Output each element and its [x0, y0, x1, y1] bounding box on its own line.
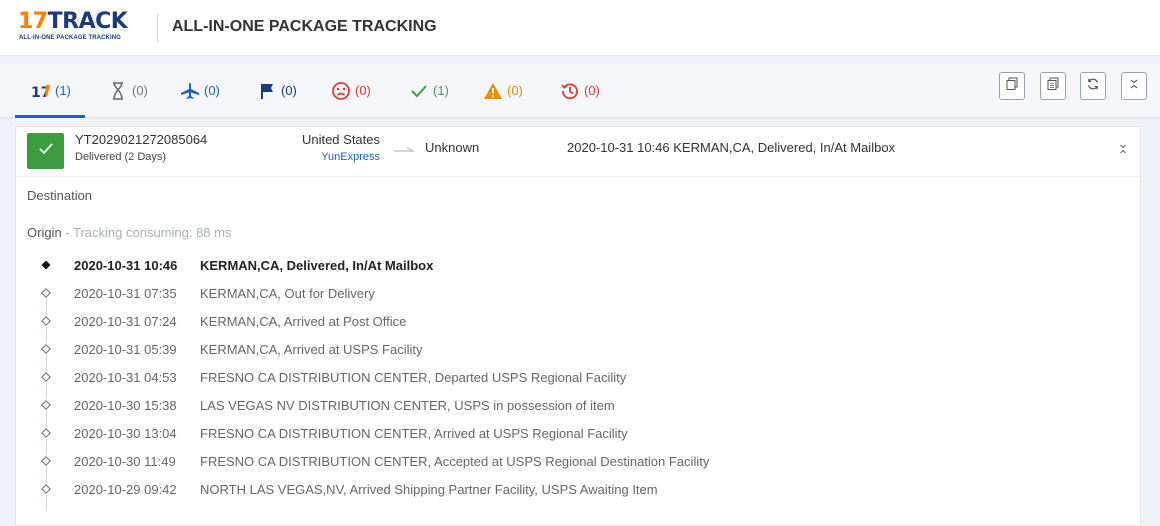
tab-count: (0) [507, 83, 523, 98]
timeline-event: 2020-10-30 11:49 FRESNO CA DISTRIBUTION … [16, 449, 1140, 483]
tracking-number[interactable]: YT2029021272085064 [75, 132, 207, 148]
tab-undelivered[interactable]: (0) [331, 64, 371, 117]
page-title: ALL-IN-ONE PACKAGE TRACKING [172, 18, 437, 35]
shipment-card: YT2029021272085064 Delivered (2 Days) Un… [15, 126, 1141, 526]
event-time: 2020-10-31 07:35 [74, 286, 177, 301]
hourglass-icon [108, 81, 128, 101]
tab-alert[interactable]: (0) [483, 64, 523, 117]
diamond-icon [40, 483, 52, 495]
timeline-event: 2020-10-29 09:42 NORTH LAS VEGAS,NV, Arr… [16, 477, 1140, 511]
latest-event: 2020-10-31 10:46 KERMAN,CA, Delivered, I… [567, 140, 896, 155]
diamond-icon [40, 287, 52, 299]
collapse-all-button[interactable] [1121, 72, 1147, 100]
refresh-button[interactable] [1080, 72, 1106, 100]
sad-face-icon [331, 81, 351, 101]
copy-button[interactable] [999, 72, 1025, 100]
status-tabbar: 17 (1) (0) (0) (0) (0) (1) (0) (0) [0, 64, 1160, 118]
copy-all-icon [1047, 77, 1059, 96]
tab-count: (0) [132, 83, 148, 98]
logo-wordmark: 17TRACK [18, 9, 128, 34]
event-time: 2020-10-29 09:42 [74, 482, 177, 497]
origin-label: Origin [27, 225, 62, 240]
timeline-event: 2020-10-31 04:53 FRESNO CA DISTRIBUTION … [16, 365, 1140, 399]
tracking-status: Delivered (2 Days) [75, 151, 167, 163]
app-header: 17TRACK ALL-IN-ONE PACKAGE TRACKING ALL-… [0, 0, 1160, 56]
event-time: 2020-10-31 07:24 [74, 314, 177, 329]
destination-label: Destination [27, 188, 93, 203]
diamond-icon [40, 315, 52, 327]
origin-line: Origin - Tracking consuming: 88 ms [27, 225, 231, 241]
tracking-consuming: - Tracking consuming: 88 ms [61, 225, 232, 240]
carrier-link[interactable]: YunExpress [321, 150, 380, 164]
tab-count: (1) [433, 83, 449, 98]
timeline-event: 2020-10-31 07:35 KERMAN,CA, Out for Deli… [16, 281, 1140, 315]
tab-count: (0) [281, 83, 297, 98]
event-description: KERMAN,CA, Delivered, In/At Mailbox [200, 258, 434, 273]
event-time: 2020-10-30 11:49 [74, 454, 176, 469]
event-description: NORTH LAS VEGAS,NV, Arrived Shipping Par… [200, 482, 658, 497]
warning-icon [483, 81, 503, 101]
logo-tagline: ALL-IN-ONE PACKAGE TRACKING [19, 35, 121, 41]
diamond-icon [40, 455, 52, 467]
event-description: FRESNO CA DISTRIBUTION CENTER, Accepted … [200, 454, 710, 469]
event-description: KERMAN,CA, Out for Delivery [200, 286, 375, 301]
collapse-icon [1118, 142, 1128, 160]
delivered-status-badge [27, 133, 64, 169]
checkmark-icon [409, 81, 429, 101]
timeline-event: 2020-10-31 07:24 KERMAN,CA, Arrived at P… [16, 309, 1140, 343]
tab-all[interactable]: 17 (1) [15, 64, 85, 118]
route-arrow-icon [393, 142, 416, 152]
destination-country: Unknown [425, 140, 480, 155]
copy-icon [1006, 77, 1018, 96]
copy-all-button[interactable] [1040, 72, 1066, 100]
event-description: FRESNO CA DISTRIBUTION CENTER, Arrived a… [200, 426, 628, 441]
tab-count: (0) [355, 83, 371, 98]
collapse-all-icon [1129, 77, 1139, 95]
tab-delivered[interactable]: (1) [409, 64, 449, 117]
header-divider [157, 14, 158, 42]
airplane-icon [180, 81, 200, 101]
timeline-event: 2020-10-31 10:46 KERMAN,CA, Delivered, I… [16, 253, 1140, 281]
timeline-event: 2020-10-30 13:04 FRESNO CA DISTRIBUTION … [16, 421, 1140, 455]
tab-count: (0) [204, 83, 220, 98]
event-time: 2020-10-31 05:39 [74, 342, 177, 357]
event-time: 2020-10-31 10:46 [74, 258, 178, 273]
diamond-icon [40, 399, 52, 411]
tab-not-found[interactable]: (0) [108, 64, 148, 117]
flag-icon [257, 81, 277, 101]
expired-icon [560, 81, 580, 101]
tab-count: (1) [55, 83, 71, 98]
tab-pick-up[interactable]: (0) [257, 64, 297, 117]
origin-country: United States [301, 132, 380, 147]
timeline-connector [45, 495, 47, 511]
collapse-toggle[interactable] [1113, 141, 1133, 161]
event-time: 2020-10-30 13:04 [74, 426, 177, 441]
event-time: 2020-10-31 04:53 [74, 370, 177, 385]
timeline-event: 2020-10-30 15:38 LAS VEGAS NV DISTRIBUTI… [16, 393, 1140, 427]
timeline-event: 2020-10-31 05:39 KERMAN,CA, Arrived at U… [16, 337, 1140, 371]
tab-count: (0) [584, 83, 600, 98]
event-time: 2020-10-30 15:38 [74, 398, 177, 413]
filled-diamond-icon [40, 259, 52, 271]
event-description: KERMAN,CA, Arrived at Post Office [200, 314, 407, 329]
checkmark-icon [38, 142, 54, 161]
refresh-icon [1086, 77, 1100, 96]
diamond-icon [40, 343, 52, 355]
event-description: LAS VEGAS NV DISTRIBUTION CENTER, USPS i… [200, 398, 615, 413]
diamond-icon [40, 427, 52, 439]
shipment-summary[interactable]: YT2029021272085064 Delivered (2 Days) Un… [16, 127, 1140, 177]
event-description: KERMAN,CA, Arrived at USPS Facility [200, 342, 423, 357]
17track-icon: 17 [31, 81, 51, 101]
tab-expired[interactable]: (0) [560, 64, 600, 117]
17track-logo[interactable]: 17TRACK ALL-IN-ONE PACKAGE TRACKING [18, 10, 146, 46]
event-description: FRESNO CA DISTRIBUTION CENTER, Departed … [200, 370, 627, 385]
diamond-icon [40, 371, 52, 383]
tab-in-transit[interactable]: (0) [180, 64, 220, 117]
